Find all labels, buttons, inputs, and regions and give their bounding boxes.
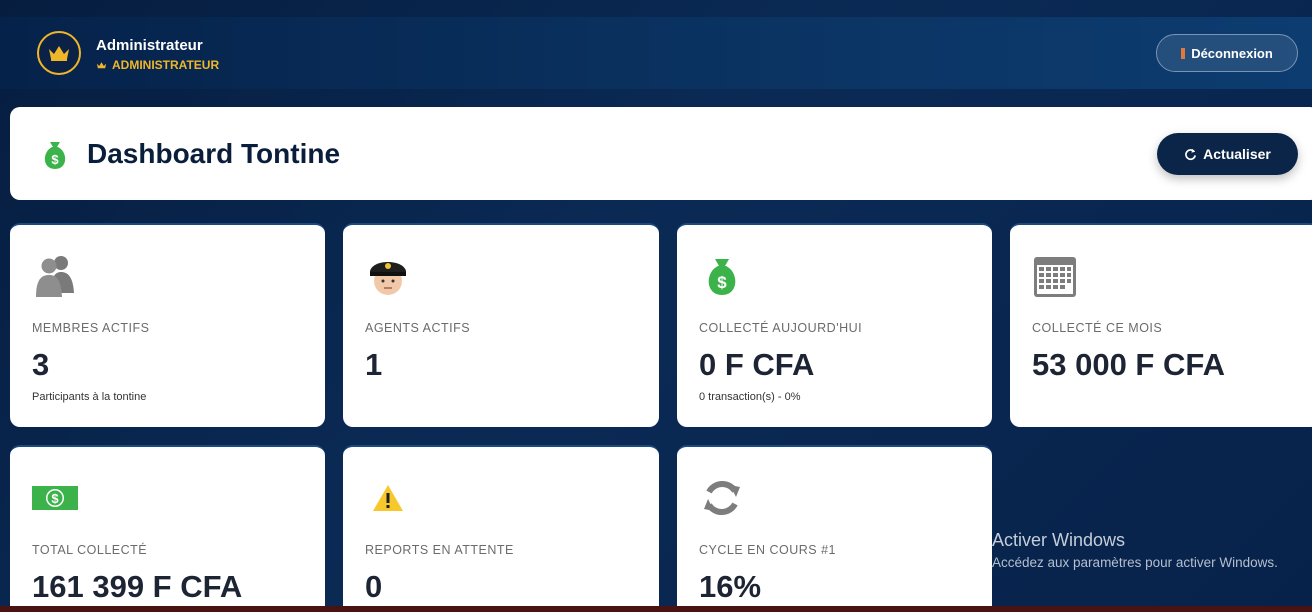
svg-text:$: $ [51, 152, 59, 167]
warning-icon [373, 485, 403, 511]
stat-card-total-collected: $ TOTAL COLLECTÉ 161 399 F CFA [10, 445, 325, 612]
logout-button[interactable]: Déconnexion [1156, 34, 1298, 72]
people-icon [36, 256, 74, 297]
stat-label: MEMBRES ACTIFS [32, 321, 150, 335]
calendar-icon [1034, 257, 1076, 297]
door-icon [1181, 47, 1186, 59]
stat-label: COLLECTÉ AUJOURD'HUI [699, 321, 863, 335]
stat-card-collected-today: $ COLLECTÉ AUJOURD'HUI 0 F CFA 0 transac… [677, 223, 992, 427]
refresh-button[interactable]: Actualiser [1157, 133, 1298, 175]
top-bar: Administrateur ADMINISTRATEUR Déconnexio… [0, 17, 1312, 89]
user-name: Administrateur [96, 37, 203, 54]
stat-subtext: 0 transaction(s) - 0% [699, 391, 801, 403]
logout-label: Déconnexion [1191, 45, 1273, 61]
stat-value: 16% [699, 569, 762, 604]
refresh-icon [1185, 148, 1197, 160]
stat-value: 53 000 F CFA [1032, 347, 1225, 382]
stat-value: 0 [365, 569, 383, 604]
stat-value: 161 399 F CFA [32, 569, 243, 604]
stat-value: 1 [365, 347, 383, 382]
stat-card-collected-month: COLLECTÉ CE MOIS 53 000 F CFA [1010, 223, 1312, 427]
refresh-label: Actualiser [1203, 146, 1271, 162]
svg-text:$: $ [717, 273, 727, 292]
taskbar-strip [0, 606, 1312, 612]
stat-label: AGENTS ACTIFS [365, 321, 471, 335]
windows-activation-subtitle: Accédez aux paramètres pour activer Wind… [992, 555, 1278, 570]
stat-subtext: Participants à la tontine [32, 391, 147, 403]
police-officer-icon [370, 262, 406, 295]
user-role-badge: ADMINISTRATEUR [96, 58, 219, 72]
dollar-banknote-icon: $ [32, 486, 78, 510]
stat-label: CYCLE EN COURS #1 [699, 543, 837, 557]
stat-value: 3 [32, 347, 50, 382]
stat-label: TOTAL COLLECTÉ [32, 543, 148, 557]
user-role-label: ADMINISTRATEUR [112, 58, 220, 72]
stat-card-members: MEMBRES ACTIFS 3 Participants à la tonti… [10, 223, 325, 427]
money-bag-icon: $ [44, 142, 66, 169]
stat-label: REPORTS EN ATTENTE [365, 543, 514, 557]
stat-card-agents: AGENTS ACTIFS 1 [343, 223, 659, 427]
stat-card-pending-reports: REPORTS EN ATTENTE 0 [343, 445, 659, 612]
user-avatar [37, 31, 81, 75]
crown-small-icon [96, 61, 107, 68]
stat-card-current-cycle: CYCLE EN COURS #1 16% [677, 445, 992, 612]
page-title: Dashboard Tontine [87, 138, 341, 169]
refresh-cycle-icon [704, 480, 740, 516]
money-bag-icon: $ [708, 259, 736, 295]
svg-text:$: $ [51, 491, 59, 506]
windows-activation-title: Activer Windows [992, 530, 1126, 550]
crown-icon [49, 46, 69, 61]
page-header: $ Dashboard Tontine Actualiser [10, 107, 1312, 200]
stat-label: COLLECTÉ CE MOIS [1032, 321, 1163, 335]
stat-value: 0 F CFA [699, 347, 815, 382]
